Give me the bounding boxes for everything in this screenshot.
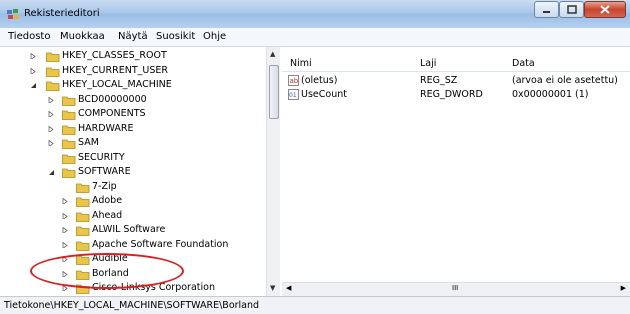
tree-item-label: Apache Software Foundation	[92, 238, 229, 250]
tree-item-label: SAM	[78, 137, 99, 148]
scroll-thumb-grip[interactable]: III	[452, 284, 458, 292]
scroll-thumb[interactable]	[269, 65, 279, 119]
folder-icon	[76, 241, 90, 251]
value-data: (arvoa ei ole asetettu)	[512, 75, 618, 86]
close-button[interactable]	[584, 1, 626, 18]
folder-icon	[62, 154, 76, 164]
value-name: UseCount	[301, 89, 347, 100]
scroll-up-icon[interactable]: ▲	[270, 50, 275, 58]
menu-suosikit[interactable]: Suosikit	[156, 31, 195, 42]
menu-ohje[interactable]: Ohje	[203, 31, 226, 42]
registry-editor-app-icon	[7, 9, 19, 19]
folder-icon	[62, 168, 76, 178]
scroll-left-icon[interactable]: ◀	[286, 284, 291, 292]
collapsed-arrow-icon[interactable]	[48, 96, 54, 103]
table-row[interactable]: ab (oletus) REG_SZ (arvoa ei ole asetett…	[282, 74, 630, 88]
tree-item-label: HKEY_LOCAL_MACHINE	[62, 79, 172, 90]
tree-item[interactable]: COMPONENTS	[0, 107, 264, 121]
tree-item-label: HARDWARE	[78, 122, 134, 134]
expanded-arrow-icon[interactable]	[48, 169, 54, 175]
tree-item[interactable]: Ahead	[0, 209, 264, 223]
value-name: (oletus)	[301, 75, 338, 86]
tree-item[interactable]: HKEY_CURRENT_USER	[0, 64, 264, 78]
tree-item-label: SECURITY	[78, 151, 125, 163]
folder-icon	[76, 212, 90, 222]
tree-item-label: SOFTWARE	[78, 166, 131, 177]
collapsed-arrow-icon[interactable]	[62, 198, 68, 204]
maximize-icon	[566, 5, 577, 14]
tree-item[interactable]: Apache Software Foundation	[0, 238, 264, 252]
svg-text:ab: ab	[290, 77, 299, 85]
scroll-down-icon[interactable]: ▼	[270, 284, 275, 292]
column-header-name[interactable]: Nimi	[290, 58, 312, 69]
collapsed-arrow-icon[interactable]	[48, 111, 54, 117]
column-header-type[interactable]: Laji	[420, 58, 436, 69]
scroll-right-icon[interactable]: ▶	[621, 284, 626, 292]
folder-icon	[76, 226, 90, 236]
value-type: REG_SZ	[420, 75, 458, 86]
tree-item[interactable]: 7-Zip	[0, 180, 264, 194]
tree-item-label: COMPONENTS	[78, 108, 146, 119]
value-data: 0x00000001 (1)	[512, 89, 589, 100]
registry-editor-window: Rekisterieditori Tiedosto Muokkaa Näytä …	[0, 0, 630, 314]
folder-icon	[62, 125, 76, 135]
string-value-icon: ab	[288, 75, 299, 86]
folder-icon	[46, 81, 60, 91]
collapsed-arrow-icon[interactable]	[48, 140, 54, 146]
window-title: Rekisterieditori	[24, 8, 100, 19]
tree-item-label: 7-Zip	[92, 180, 117, 192]
value-type: REG_DWORD	[420, 89, 483, 100]
tree-item[interactable]: ALWIL Software	[0, 223, 264, 237]
menu-muokkaa[interactable]: Muokkaa	[60, 31, 105, 42]
folder-icon	[46, 52, 60, 62]
tree-item-label: BCD00000000	[78, 93, 147, 105]
list-horizontal-scrollbar[interactable]: ◀ III ▶	[282, 282, 630, 297]
collapsed-arrow-icon[interactable]	[62, 227, 68, 233]
status-bar: Tietokone\HKEY_LOCAL_MACHINE\SOFTWARE\Bo…	[0, 296, 630, 314]
minimize-button[interactable]	[534, 1, 559, 18]
maximize-button[interactable]	[559, 1, 584, 18]
tree-item[interactable]: HKEY_CLASSES_ROOT	[0, 49, 264, 63]
tree-item-label: Ahead	[92, 209, 123, 221]
tree-vertical-scrollbar[interactable]: ▲ ▼	[266, 47, 280, 296]
collapsed-arrow-icon[interactable]	[48, 125, 54, 132]
collapsed-arrow-icon[interactable]	[30, 67, 36, 74]
folder-icon	[62, 96, 76, 106]
folder-icon	[46, 67, 60, 77]
list-header: Nimi Laji Data	[282, 55, 630, 72]
highlight-circle	[30, 253, 184, 289]
tree-item[interactable]: HKEY_LOCAL_MACHINE	[0, 78, 264, 92]
values-list: Nimi Laji Data ab (oletus) REG_SZ (arvoa…	[282, 47, 630, 296]
tree-item-label: HKEY_CURRENT_USER	[62, 64, 168, 76]
column-header-data[interactable]: Data	[512, 58, 535, 69]
tree-item[interactable]: SECURITY	[0, 151, 264, 165]
tree-item[interactable]: SAM	[0, 136, 264, 150]
tree-item[interactable]: HARDWARE	[0, 122, 264, 136]
minimize-icon	[543, 10, 550, 13]
folder-icon	[76, 197, 90, 207]
folder-icon	[62, 110, 76, 120]
tree-item[interactable]: BCD00000000	[0, 93, 264, 107]
svg-text:01: 01	[289, 92, 297, 99]
table-row[interactable]: 01 UseCount REG_DWORD 0x00000001 (1)	[282, 88, 630, 102]
close-icon	[600, 5, 610, 14]
folder-icon	[76, 183, 90, 193]
folder-icon	[62, 139, 76, 149]
collapsed-arrow-icon[interactable]	[62, 212, 68, 219]
expanded-arrow-icon[interactable]	[30, 82, 36, 88]
tree-item-label: ALWIL Software	[92, 224, 166, 235]
collapsed-arrow-icon[interactable]	[62, 241, 68, 248]
menu-bar: Tiedosto Muokkaa Näytä Suosikit Ohje	[0, 28, 630, 47]
binary-value-icon: 01	[288, 89, 299, 100]
tree-item[interactable]: SOFTWARE	[0, 165, 264, 179]
tree-item-label: HKEY_CLASSES_ROOT	[62, 50, 167, 61]
status-path: Tietokone\HKEY_LOCAL_MACHINE\SOFTWARE\Bo…	[4, 300, 260, 311]
title-bar: Rekisterieditori	[0, 0, 630, 28]
tree-item-label: Adobe	[92, 195, 123, 206]
menu-nayta[interactable]: Näytä	[118, 31, 148, 42]
collapsed-arrow-icon[interactable]	[30, 53, 36, 59]
menu-tiedosto[interactable]: Tiedosto	[8, 31, 50, 42]
tree-item[interactable]: Adobe	[0, 194, 264, 208]
